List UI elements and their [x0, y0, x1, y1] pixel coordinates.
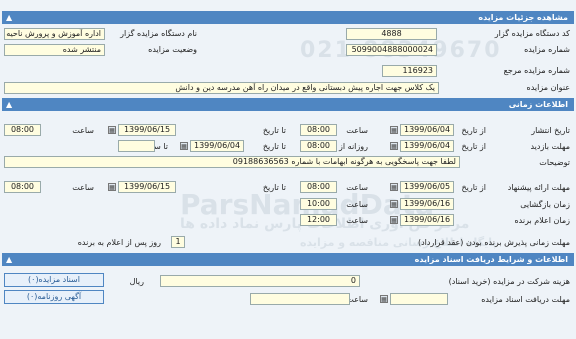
- section-header-details[interactable]: ▲ مشاهده جزئیات مزایده: [2, 11, 574, 24]
- status-label: وضعیت مزایده: [148, 45, 197, 54]
- publish-to-time: 08:00: [4, 124, 41, 136]
- offer-label: مهلت ارائه پیشنهاد: [507, 183, 570, 192]
- visit-label: مهلت بازدید: [530, 142, 570, 151]
- publish-from-label: از تاریخ: [461, 126, 486, 135]
- section-header-timing[interactable]: ▲ اطلاعات زمانی: [2, 98, 574, 111]
- calendar-icon[interactable]: ▦: [108, 183, 116, 191]
- collapse-chevron-icon[interactable]: ▲: [6, 253, 12, 266]
- winner-time-label: ساعت: [346, 216, 368, 225]
- deadline-time: [250, 293, 350, 305]
- calendar-icon[interactable]: ▦: [380, 295, 388, 303]
- calendar-icon[interactable]: ▦: [390, 200, 398, 208]
- collapse-chevron-icon[interactable]: ▲: [6, 98, 12, 111]
- collapse-chevron-icon[interactable]: ▲: [6, 11, 12, 24]
- offer-to-label: تا تاریخ: [262, 183, 286, 192]
- visit-to-date: 1399/06/04: [190, 140, 244, 152]
- section-header-conditions[interactable]: ▲ اطلاعات و شرایط دریافت اسناد مزایده: [2, 253, 574, 266]
- opening-time-label: ساعت: [346, 200, 368, 209]
- winner-date: 1399/06/16: [400, 214, 454, 226]
- offer-from-date: 1399/06/05: [400, 181, 454, 193]
- offer-to-date: 1399/06/15: [118, 181, 176, 193]
- section-title: اطلاعات زمانی: [508, 100, 568, 109]
- visit-from-label: از تاریخ: [461, 142, 486, 151]
- offer-from-time: 08:00: [300, 181, 337, 193]
- calendar-icon[interactable]: ▦: [108, 126, 116, 134]
- winner-label: زمان اعلام برنده: [514, 216, 570, 225]
- opening-date: 1399/06/16: [400, 198, 454, 210]
- fee-field: 0: [160, 275, 360, 287]
- publish-from-time-label: ساعت: [346, 126, 368, 135]
- fee-unit: ریال: [129, 277, 144, 286]
- validity-suffix: روز پس از اعلام به برنده: [77, 238, 161, 247]
- visit-from-date: 1399/06/04: [400, 140, 454, 152]
- winner-time: 12:00: [300, 214, 337, 226]
- offer-from-label: از تاریخ: [461, 183, 486, 192]
- org-code-label: کد دستگاه مزایده گزار: [494, 29, 570, 38]
- auction-title-field: یک کلاس جهت اجاره پیش دبستانی واقع در می…: [4, 82, 439, 94]
- calendar-icon[interactable]: ▦: [390, 216, 398, 224]
- status-field: منتشر شده: [4, 44, 105, 56]
- ref-number-label: شماره مزایده مرجع: [503, 66, 570, 75]
- publish-from-date: 1399/06/04: [400, 124, 454, 136]
- publish-to-time-label: ساعت: [72, 126, 94, 135]
- publish-from-time: 08:00: [300, 124, 337, 136]
- notes-field: لطفا جهت پاسخگویی به هرگونه ابهامات با ش…: [4, 156, 460, 168]
- visit-daily-from: 08:00: [300, 140, 337, 152]
- notes-label: توضیحات: [539, 158, 570, 167]
- validity-days: 1: [171, 236, 185, 248]
- visit-to-time: [118, 140, 155, 152]
- calendar-icon[interactable]: ▦: [390, 183, 398, 191]
- calendar-icon[interactable]: ▦: [390, 142, 398, 150]
- deadline-label: مهلت دریافت اسناد مزایده: [481, 295, 570, 304]
- auction-documents-button[interactable]: اسناد مزایده(۰): [4, 273, 104, 287]
- auction-number-field: 5099004888000024: [346, 44, 437, 56]
- auction-number-label: شماره مزایده: [524, 45, 570, 54]
- fee-label: هزینه شرکت در مزایده (خرید اسناد): [448, 277, 570, 286]
- org-name-label: نام دستگاه مزایده گزار: [120, 29, 197, 38]
- calendar-icon[interactable]: ▦: [180, 142, 188, 150]
- visit-to-label: تا تاریخ: [262, 142, 286, 151]
- calendar-icon[interactable]: ▦: [390, 126, 398, 134]
- validity-label: مهلت زمانی پذیرش برنده بودن (عقد قرارداد…: [417, 238, 570, 247]
- offer-to-time-label: ساعت: [72, 183, 94, 192]
- org-code-field: 4888: [346, 28, 437, 40]
- publish-to-label: تا تاریخ: [262, 126, 286, 135]
- offer-to-time: 08:00: [4, 181, 41, 193]
- publish-label: تاریخ انتشار: [531, 126, 570, 135]
- auction-title-label: عنوان مزایده: [526, 83, 571, 92]
- deadline-date: [390, 293, 448, 305]
- publish-to-date: 1399/06/15: [118, 124, 176, 136]
- newspaper-ad-button[interactable]: آگهی روزنامه(۰): [4, 290, 104, 304]
- offer-from-time-label: ساعت: [346, 183, 368, 192]
- section-title: مشاهده جزئیات مزایده: [478, 13, 568, 22]
- opening-label: زمان بازگشایی: [520, 200, 570, 209]
- ref-number-field: 116923: [382, 65, 437, 77]
- section-title: اطلاعات و شرایط دریافت اسناد مزایده: [414, 255, 568, 264]
- org-name-field: اداره آموزش و پرورش ناحیه: [4, 28, 105, 40]
- opening-time: 10:00: [300, 198, 337, 210]
